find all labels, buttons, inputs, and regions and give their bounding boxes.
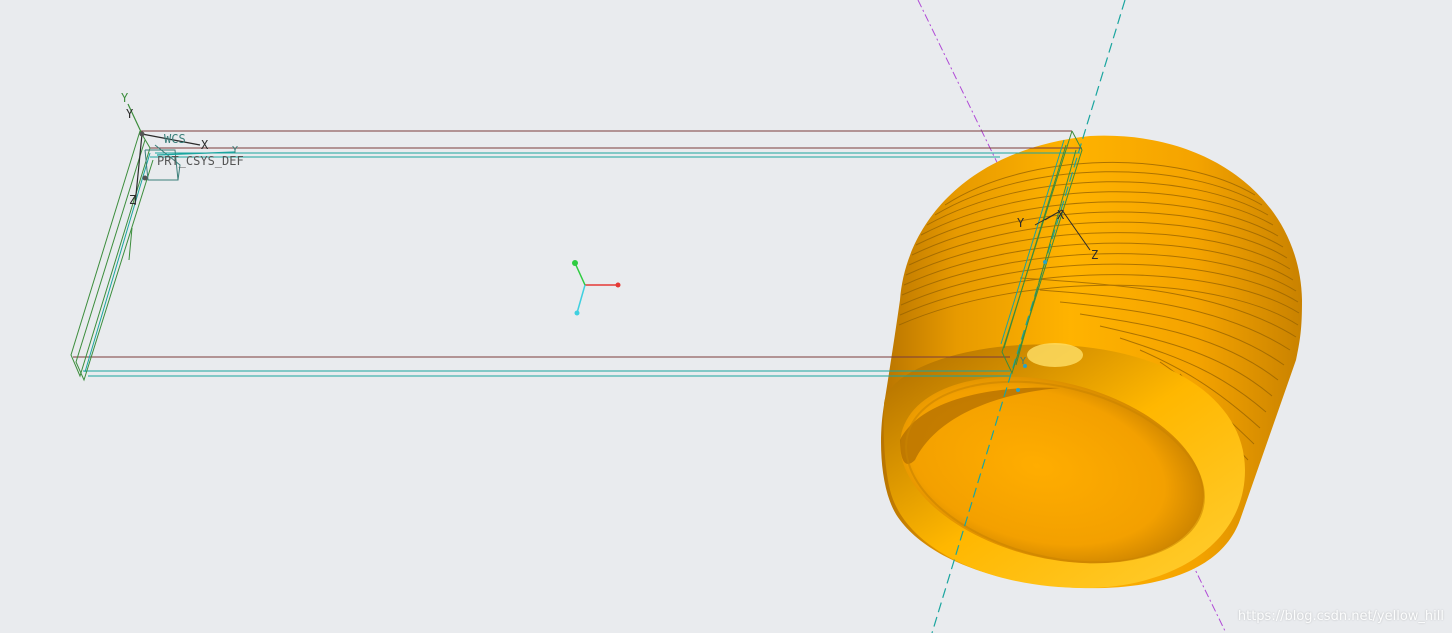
csys-y-label-2: Y	[126, 107, 134, 121]
triad-z-axis	[576, 284, 586, 314]
triad-y-axis	[574, 262, 586, 286]
part-y-bottom-label: Y	[1020, 356, 1027, 367]
part-y-label: Y	[1017, 216, 1025, 230]
graphics-viewport[interactable]: Y Y WCS X Y PRT_CSYS_DEF Z Y X Z Y https…	[0, 0, 1452, 633]
model-scene[interactable]	[0, 0, 1452, 633]
threaded-cylinder-part[interactable]	[880, 135, 1302, 593]
specular-highlight	[1027, 343, 1083, 367]
watermark-text: https://blog.csdn.net/yellow_hill	[1237, 609, 1444, 624]
csys-y-label-1: Y	[121, 91, 129, 105]
part-z-label: Z	[1091, 248, 1099, 262]
csys-x-label: X	[201, 138, 209, 152]
csys-z-label: Z	[129, 193, 137, 207]
wcs-label: WCS	[164, 132, 186, 146]
view-orientation-triad-icon	[572, 260, 621, 316]
csys-name-label[interactable]: PRT_CSYS_DEF	[157, 155, 244, 167]
part-x-label: X	[1057, 208, 1065, 222]
